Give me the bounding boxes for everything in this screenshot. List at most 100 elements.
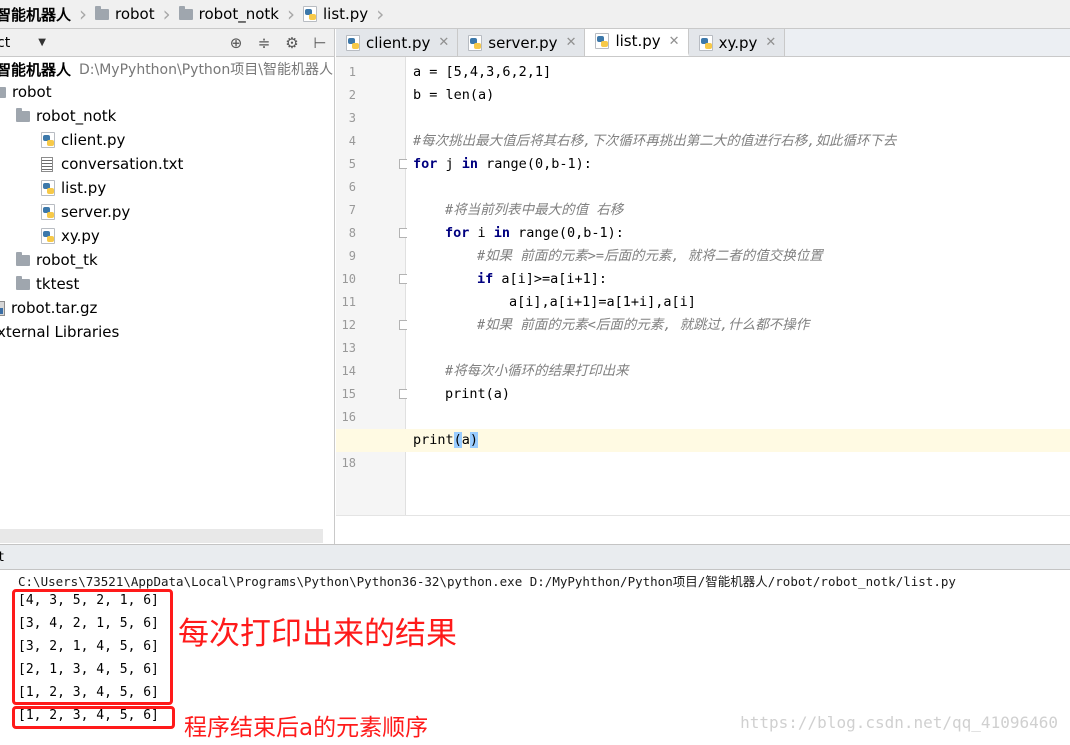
code-line-10: if a[i]>=a[i+1]: [477, 268, 607, 291]
keyword: if [477, 271, 494, 287]
tab-list-py[interactable]: list.py ✕ [585, 29, 689, 56]
tree-item-robot-tar-gz[interactable]: robot.tar.gz [0, 296, 97, 320]
python-file-icon [595, 33, 610, 49]
code-token: print [413, 432, 454, 448]
line-number: 9 [348, 249, 356, 263]
code-token: j [437, 156, 462, 172]
code-line-11: a[i],a[i+1]=a[1+i],a[i] [509, 294, 696, 310]
tree-item-label: client.py [61, 131, 126, 149]
breadcrumb: 智能机器人 › robot › robot_notk › list.py › [0, 0, 1070, 29]
breadcrumb-project[interactable]: 智能机器人 [0, 0, 77, 28]
tree-item-label: server.py [61, 203, 131, 221]
project-view-dropdown[interactable]: ct ▼ [0, 35, 46, 51]
code-line-4: #每次挑出最大值后将其右移,下次循环再挑出第二大的值进行右移,如此循环下去 [413, 133, 897, 149]
tree-item-list-py[interactable]: list.py [41, 176, 106, 200]
annotation-final-result: 程序结束后a的元素顺序 [184, 715, 429, 741]
code-line-2: b = len(a) [413, 87, 495, 103]
line-number: 12 [341, 318, 356, 332]
code-line-1: a = [5,4,3,6,2,1] [413, 64, 552, 80]
line-number: 14 [341, 364, 356, 378]
keyword: in [461, 156, 479, 172]
tree-item-conversation-txt[interactable]: conversation.txt [41, 152, 183, 176]
python-file-icon [41, 228, 55, 244]
tree-item-client-py[interactable]: client.py [41, 128, 125, 152]
text-file-icon [41, 156, 53, 172]
tree-item-xy-py[interactable]: xy.py [41, 224, 100, 248]
code-line-8: for i in range(0,b-1): [445, 222, 624, 245]
run-panel-header: st [0, 544, 1070, 570]
tab-xy-py[interactable]: xy.py ✕ [688, 29, 786, 56]
breadcrumb-label: list.py [322, 5, 369, 23]
gear-icon[interactable]: ⚙ [282, 34, 302, 52]
tree-item-label: robot_tk [36, 251, 98, 269]
code-line-7: #将当前列表中最大的值 右移 [445, 202, 624, 218]
close-icon[interactable]: ✕ [438, 35, 449, 50]
tab-label: client.py [366, 33, 431, 52]
breadcrumb-label: 智能机器人 [0, 5, 72, 24]
tab-server-py[interactable]: server.py ✕ [458, 29, 586, 56]
code-line-17: print(a) [413, 429, 479, 452]
chevron-right-icon: › [162, 1, 171, 26]
breadcrumb-list-py[interactable]: list.py [297, 0, 374, 28]
editor-tabs: client.py ✕ server.py ✕ list.py ✕ xy.py … [336, 29, 1070, 57]
tree-item-path: D:\MyPyhthon\Python项目\智能机器人 [79, 62, 333, 78]
close-icon[interactable]: ✕ [566, 35, 577, 50]
code-token: a[i]>=a[i+1]: [493, 271, 608, 287]
line-number: 13 [341, 341, 356, 355]
line-number: 2 [348, 88, 356, 102]
tree-item-tktest[interactable]: tktest [16, 272, 79, 296]
python-file-icon [41, 204, 55, 220]
close-icon[interactable]: ✕ [765, 35, 776, 50]
run-output-console[interactable]: C:\Users\73521\AppData\Local\Programs\Py… [0, 570, 1070, 745]
tree-item-label: xy.py [61, 227, 100, 245]
tree-item-label: xternal Libraries [0, 323, 120, 341]
breadcrumb-robot[interactable]: robot [89, 0, 161, 28]
tree-item-robot-notk[interactable]: robot_notk [16, 104, 116, 128]
tree-item-external-libraries[interactable]: xternal Libraries [0, 320, 119, 344]
chevron-right-icon: › [376, 1, 385, 26]
keyword: for [413, 156, 438, 172]
breadcrumb-robot-notk[interactable]: robot_notk [173, 0, 285, 28]
python-file-icon [698, 34, 713, 51]
line-number: 18 [341, 456, 356, 470]
tree-item-robot-tk[interactable]: robot_tk [16, 248, 98, 272]
tree-item-label: conversation.txt [61, 155, 184, 173]
annotation-box-final-result [12, 706, 175, 729]
project-view-label: ct [0, 34, 11, 51]
line-number: 4 [348, 134, 356, 148]
python-file-icon [41, 132, 55, 148]
folder-icon [16, 251, 30, 266]
chevron-down-icon: ▼ [38, 37, 46, 48]
locate-target-icon[interactable]: ⊕ [226, 34, 246, 52]
line-number: 7 [348, 203, 356, 217]
horizontal-scrollbar[interactable] [0, 529, 323, 543]
matched-paren: ) [469, 432, 479, 448]
watermark: https://blog.csdn.net/qq_41096460 [740, 713, 1058, 732]
folder-icon [95, 5, 110, 20]
line-number: 11 [341, 295, 356, 309]
code-line-9: #如果 前面的元素>=后面的元素, 就将二者的值交换位置 [477, 248, 823, 264]
project-toolbar: ct ▼ ⊕ ≑ ⚙ ⊢ [0, 29, 335, 57]
matched-paren: ( [453, 432, 462, 448]
breadcrumb-label: robot_notk [198, 5, 279, 23]
annotation-loop-results: 每次打印出来的结果 [178, 616, 457, 652]
tab-label: list.py [615, 32, 661, 50]
code-editor[interactable]: a = [5,4,3,6,2,1] b = len(a) #每次挑出最大值后将其… [336, 57, 1070, 515]
run-panel-title[interactable]: st [0, 550, 4, 565]
code-token: range(0,b-1): [478, 156, 592, 172]
tree-item-label: robot_notk [36, 107, 117, 125]
chevron-right-icon: › [286, 1, 295, 26]
keyword: in [493, 225, 511, 241]
code-line-5: for j in range(0,b-1): [413, 153, 592, 176]
tree-item-robot[interactable]: robot [0, 80, 52, 104]
collapse-all-icon[interactable]: ≑ [254, 34, 274, 52]
keyword: for [445, 225, 470, 241]
tree-item-server-py[interactable]: server.py [41, 200, 130, 224]
tree-item-root[interactable]: 智能机器人 D:\MyPyhthon\Python项目\智能机器人 [0, 57, 333, 81]
line-number: 16 [341, 410, 356, 424]
folder-icon [178, 5, 193, 20]
hide-panel-icon[interactable]: ⊢ [310, 34, 330, 52]
tab-client-py[interactable]: client.py ✕ [336, 29, 459, 56]
close-icon[interactable]: ✕ [669, 34, 680, 49]
code-token: i [469, 225, 494, 241]
